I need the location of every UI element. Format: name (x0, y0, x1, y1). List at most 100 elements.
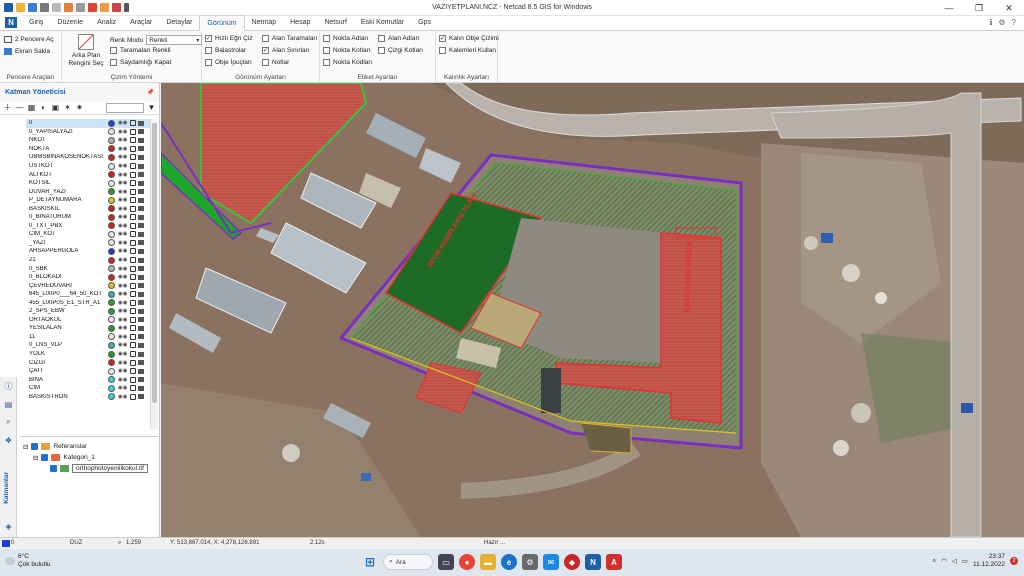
lock-icon[interactable] (129, 197, 136, 204)
visibility-icon[interactable]: ◉◉ (118, 137, 128, 143)
area-borders-toggle[interactable]: ✓ Alan Sınırları (262, 47, 310, 54)
layer-row[interactable]: 11 ◉◉ (26, 333, 156, 342)
layer-color-icon[interactable] (108, 341, 115, 349)
tree-referanslar[interactable]: ⊟ Referanslar (20, 441, 158, 452)
layer-row[interactable]: DUVAR_YAZI ◉◉ (26, 187, 156, 196)
lock-icon[interactable] (129, 145, 136, 152)
save-icon[interactable] (28, 3, 37, 12)
layer-row[interactable]: 0_BINATURUM ◉◉ (26, 213, 156, 222)
mail-icon[interactable]: ✉ (543, 554, 559, 570)
visibility-icon[interactable]: ◉◉ (118, 197, 128, 203)
print-icon[interactable] (137, 214, 144, 220)
print-icon[interactable] (137, 154, 144, 160)
hatch-color-toggle[interactable]: Taramaları Renkli (110, 47, 171, 54)
transparency-checkbox[interactable] (110, 59, 117, 66)
print-icon[interactable] (137, 283, 144, 289)
notes-toggle[interactable]: Notlar (262, 59, 289, 66)
thick-object-checkbox[interactable]: ✓ (439, 35, 446, 42)
print-icon[interactable] (137, 274, 144, 280)
print-icon[interactable] (137, 266, 144, 272)
visibility-icon[interactable]: ◉◉ (118, 291, 128, 297)
draw-mode[interactable]: DUZ (70, 540, 82, 546)
layer-color-icon[interactable] (108, 256, 115, 264)
layer-color-icon[interactable] (108, 136, 115, 144)
tree-kategori[interactable]: ⊟ Kategori_1 (20, 452, 158, 463)
fast-curve-checkbox[interactable]: ✓ (205, 35, 212, 42)
print-icon[interactable] (137, 291, 144, 297)
layer-row[interactable]: 0 ◉◉ (26, 119, 156, 128)
lock-icon[interactable] (129, 180, 136, 187)
lock-icon[interactable]: ▣ (51, 103, 60, 112)
print-icon[interactable] (137, 189, 144, 195)
open-icon[interactable] (16, 3, 25, 12)
layer-color-icon[interactable] (108, 273, 115, 281)
layer-row[interactable]: BINA ◉◉ (26, 375, 156, 384)
layer-color-icon[interactable] (108, 299, 115, 307)
visibility-icon[interactable]: ◉◉ (118, 308, 128, 314)
layer-row[interactable]: 455_L00P0S_E1_STR_A1 ◉◉ (26, 298, 156, 307)
tab-gps[interactable]: Gps (411, 15, 438, 30)
print-icon[interactable] (137, 300, 144, 306)
visibility-icon[interactable]: ◉◉ (118, 180, 128, 186)
lock-icon[interactable] (129, 265, 136, 272)
map-canvas[interactable]: SPOR KOMPLEKSİ ALANI İLKÖĞRETİM OKULU (161, 83, 1024, 537)
tree-orthophoto[interactable]: orthophotoyeniilkokul.tif (20, 463, 158, 474)
lock-icon[interactable] (129, 154, 136, 161)
layer-row[interactable]: UBMSBINAKOSENOKTASI ◉◉ (26, 153, 156, 162)
layer-row[interactable]: NOKTA ◉◉ (26, 145, 156, 154)
wifi-icon[interactable]: ◠ (941, 557, 947, 565)
info-icon[interactable] (88, 3, 97, 12)
visibility-icon[interactable]: ◉◉ (118, 172, 128, 178)
task-view-icon[interactable]: ▭ (438, 554, 454, 570)
lock-icon[interactable] (129, 308, 136, 315)
tab-netsurf[interactable]: Netsurf (317, 15, 354, 30)
print-icon[interactable] (137, 360, 144, 366)
stack-icon[interactable]: ❖ (0, 431, 17, 449)
lock-icon[interactable] (129, 368, 136, 375)
layer-row[interactable]: _YAZI ◉◉ (26, 239, 156, 248)
lock-icon[interactable] (129, 291, 136, 298)
layer-row[interactable]: CİM_KOT ◉◉ (26, 230, 156, 239)
layer-row[interactable]: ÇATI ◉◉ (26, 367, 156, 376)
layer-color-icon[interactable] (108, 171, 115, 179)
layer-row[interactable]: 21 ◉◉ (26, 256, 156, 265)
layer-row[interactable]: USTKOT ◉◉ (26, 162, 156, 171)
file-explorer-icon[interactable]: ▬ (480, 554, 496, 570)
layer-row[interactable]: 0_YAPISALYAZI ◉◉ (26, 128, 156, 137)
visibility-icon[interactable]: ◉◉ (118, 214, 128, 220)
tab-eski-komutlar[interactable]: Eski Komutlar (354, 15, 411, 30)
lock-icon[interactable] (129, 274, 136, 281)
area-names-toggle[interactable]: Alan Adları (378, 35, 419, 42)
lock-icon[interactable] (129, 385, 136, 392)
layer-color-icon[interactable] (108, 205, 115, 213)
print-icon[interactable] (137, 172, 144, 178)
layer-color-icon[interactable] (108, 230, 115, 238)
settings-icon[interactable]: ⚙ (522, 554, 538, 570)
layer-color-icon[interactable] (108, 196, 115, 204)
visibility-icon[interactable]: ◉◉ (118, 368, 128, 374)
layer-color-icon[interactable] (108, 213, 115, 221)
visibility-icon[interactable]: ◉◉ (118, 248, 128, 254)
maximize-button[interactable]: ❐ (964, 0, 994, 16)
print-icon[interactable] (137, 223, 144, 229)
visibility-icon[interactable]: ◉◉ (118, 223, 128, 229)
lock-icon[interactable] (129, 393, 136, 400)
app-menu-button[interactable]: N (0, 15, 22, 30)
lock-icon[interactable] (129, 231, 136, 238)
lock-icon[interactable] (129, 376, 136, 383)
help-icon[interactable]: ? (1012, 18, 1016, 27)
edge-icon[interactable]: e (501, 554, 517, 570)
layer-row[interactable]: CİZGİ ◉◉ (26, 358, 156, 367)
layer-color-icon[interactable] (108, 179, 115, 187)
layer-color-icon[interactable] (108, 153, 115, 161)
print-icon[interactable] (137, 120, 144, 126)
tab-analiz[interactable]: Analiz (90, 15, 123, 30)
visibility-icon[interactable]: ◉◉ (118, 300, 128, 306)
lock-icon[interactable] (129, 359, 136, 366)
pin-icon[interactable]: 📌 (147, 89, 154, 96)
lock-icon[interactable] (129, 351, 136, 358)
layer-row[interactable]: 645_L00P0___64_50_KOT ◉◉ (26, 290, 156, 299)
thick-object-toggle[interactable]: ✓ Kalın Obje Çizimi (439, 35, 499, 42)
balustrade-toggle[interactable]: Balastrolar (205, 47, 246, 54)
chrome-icon[interactable]: ● (459, 554, 475, 570)
